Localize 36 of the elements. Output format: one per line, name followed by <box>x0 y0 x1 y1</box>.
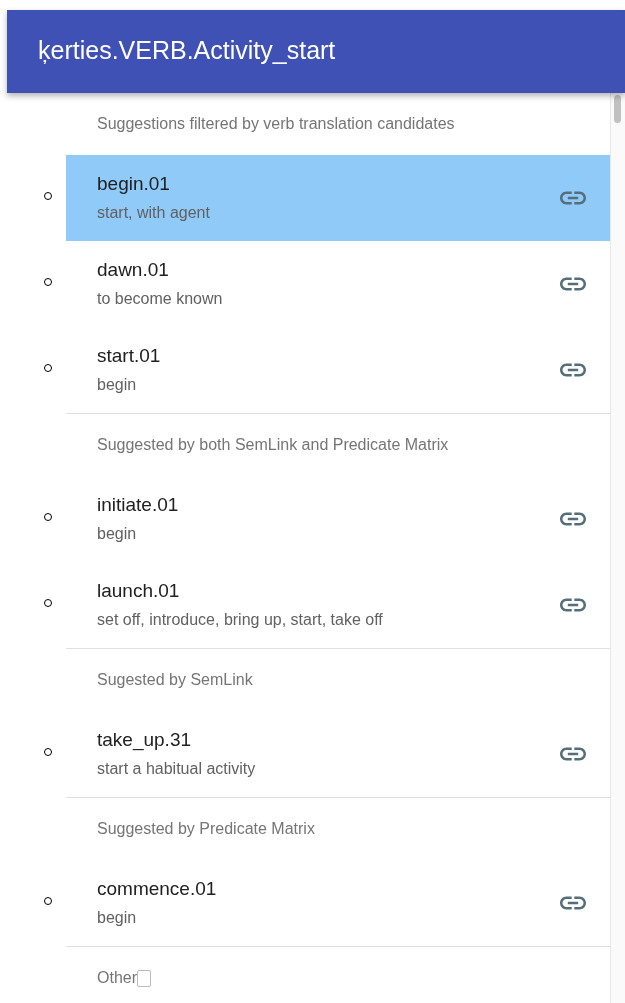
page-title: ķerties.VERB.Activity_start <box>37 35 336 66</box>
section-heading: Suggested by both SemLink and Predicate Matrix <box>97 436 449 454</box>
link-icon[interactable] <box>560 277 586 291</box>
item-title: start.01 <box>97 343 161 368</box>
item-title: commence.01 <box>97 876 217 901</box>
link-icon[interactable] <box>560 598 586 612</box>
list-item[interactable]: dawn.01 to become known <box>66 241 610 327</box>
item-title: launch.01 <box>97 578 180 603</box>
link-icon[interactable] <box>560 363 586 377</box>
link-icon[interactable] <box>560 747 586 761</box>
list-item[interactable]: initiate.01 begin <box>66 476 610 562</box>
item-description: to become known <box>97 288 223 309</box>
item-title: initiate.01 <box>97 492 179 517</box>
list-item[interactable]: take_up.31 start a habitual activity <box>66 711 610 797</box>
section-heading: Suggestions filtered by verb translation candidates <box>97 115 455 133</box>
item-description: start, with agent <box>97 202 210 223</box>
item-description: set off, introduce, bring up, start, take off <box>97 609 383 630</box>
list-item[interactable]: start.01 begin <box>66 327 610 413</box>
item-title: begin.01 <box>97 171 170 196</box>
link-icon[interactable] <box>560 896 586 910</box>
section-heading: Other <box>97 969 137 987</box>
link-icon[interactable] <box>560 191 586 205</box>
list-item[interactable]: commence.01 begin <box>66 860 610 946</box>
link-icon[interactable] <box>560 512 586 526</box>
section-heading: Suggested by Predicate Matrix <box>97 820 315 838</box>
missing-glyph-icon <box>137 969 151 987</box>
item-title: dawn.01 <box>97 257 169 282</box>
list-item[interactable]: begin.01 start, with agent <box>66 155 610 241</box>
item-description: start a habitual activity <box>97 758 256 779</box>
list-item[interactable]: launch.01 set off, introduce, bring up, start, take off <box>66 562 610 648</box>
section-heading: Sugested by SemLink <box>97 671 253 689</box>
scrollbar[interactable] <box>610 93 625 1003</box>
item-description: begin <box>97 374 137 395</box>
item-description: begin <box>97 523 137 544</box>
item-description: begin <box>97 907 137 928</box>
item-title: take_up.31 <box>97 727 192 752</box>
